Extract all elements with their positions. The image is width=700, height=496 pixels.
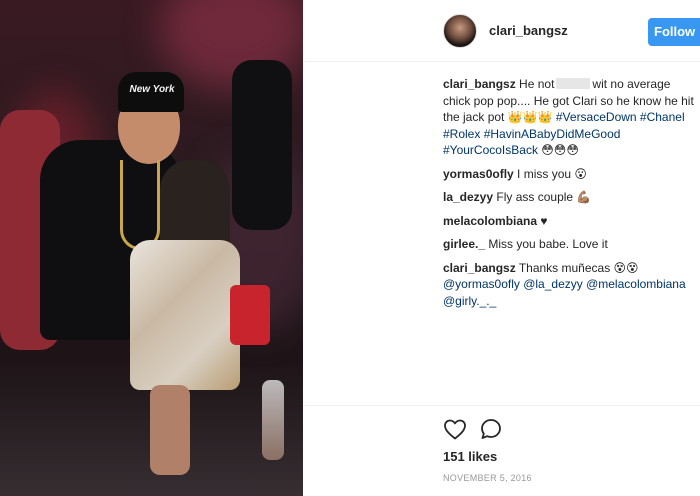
comment-username[interactable]: la_dezyy <box>443 190 493 204</box>
list-item: la_dezyy Fly ass couple 💪🏽 <box>443 189 695 206</box>
avatar[interactable] <box>443 14 477 48</box>
comment-username[interactable]: yormas0ofly <box>443 167 514 181</box>
comment-username[interactable]: melacolombiana <box>443 214 537 228</box>
comment-text: ♥ <box>540 213 548 228</box>
woman-dress <box>130 240 240 390</box>
caption-text-before: He not <box>519 77 555 91</box>
post-date: NOVEMBER 5, 2016 <box>443 473 532 483</box>
gold-chain <box>120 160 160 250</box>
list-item: yormas0ofly I miss you 😮 <box>443 166 695 183</box>
comment-text: I miss you 😮 <box>517 166 587 181</box>
actions-divider <box>303 405 700 406</box>
caption: clari_bangsz He not wit no average chick … <box>443 76 695 159</box>
list-item: girlee._ Miss you babe. Love it <box>443 236 695 253</box>
comment-text: Fly ass couple 💪🏽 <box>496 190 592 204</box>
list-item: melacolombiana ♥ <box>443 213 695 230</box>
background-person <box>232 60 292 230</box>
cap-text: New York <box>129 84 175 95</box>
redacted-word <box>556 78 591 89</box>
heart-icon[interactable] <box>443 418 467 440</box>
comment-mentions[interactable]: @yormas0ofly @la_dezyy @melacolombiana @… <box>443 277 686 308</box>
red-handbag <box>230 285 270 345</box>
header-username[interactable]: clari_bangsz <box>489 23 568 38</box>
legs <box>150 385 190 475</box>
comment-username[interactable]: girlee._ <box>443 237 485 251</box>
caption-username[interactable]: clari_bangsz <box>443 77 516 91</box>
follow-button[interactable]: Follow <box>648 18 700 46</box>
post-photo[interactable]: New York <box>0 0 303 496</box>
comment-text: Thanks muñecas 😵😵 <box>518 260 639 275</box>
comment-icon[interactable] <box>480 418 502 440</box>
likes-count[interactable]: 151 likes <box>443 449 497 464</box>
caption-emojis: 😳😳😳 <box>541 143 579 157</box>
comments-list: clari_bangsz He not wit no average chick … <box>443 76 695 316</box>
comment-username[interactable]: clari_bangsz <box>443 261 516 275</box>
bottle <box>262 380 284 460</box>
comment-text: Miss you babe. Love it <box>488 237 608 251</box>
post-header: clari_bangsz Follow <box>303 0 700 62</box>
list-item: clari_bangsz Thanks muñecas 😵😵 @yormas0o… <box>443 260 695 310</box>
